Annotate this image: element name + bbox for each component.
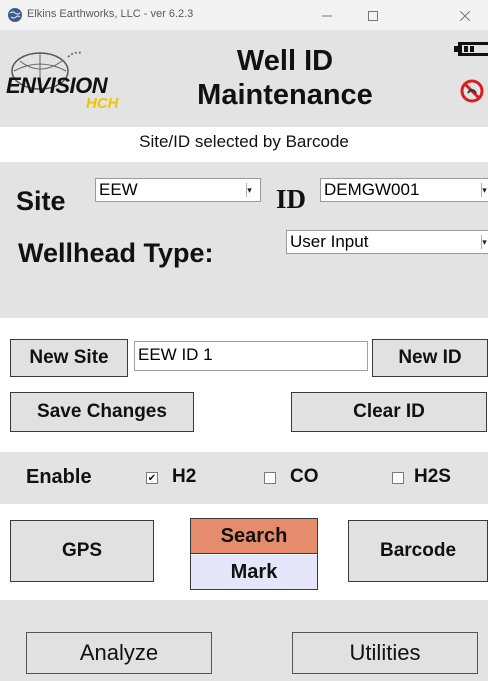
- new-site-input[interactable]: EEW ID 1: [134, 341, 368, 371]
- gps-button[interactable]: GPS: [10, 520, 154, 582]
- h2-checkbox[interactable]: ✔: [146, 472, 158, 484]
- site-dropdown[interactable]: EEW ▾: [95, 178, 261, 202]
- co-label: CO: [290, 466, 319, 487]
- id-dropdown[interactable]: DEMGW001 ▾: [320, 178, 488, 202]
- id-value: DEMGW001: [324, 180, 420, 199]
- h2s-label: H2S: [414, 466, 451, 487]
- page-title-line2: Maintenance: [197, 79, 373, 111]
- page-title-line1: Well ID: [236, 45, 334, 77]
- battery-icon: [452, 40, 488, 58]
- wellhead-type-value: User Input: [290, 232, 369, 251]
- maximize-button[interactable]: [350, 0, 396, 31]
- page-title: Well ID Maintenance: [150, 44, 420, 112]
- save-changes-button[interactable]: Save Changes: [10, 392, 194, 432]
- new-site-button[interactable]: New Site: [10, 339, 128, 377]
- clear-id-button[interactable]: Clear ID: [291, 392, 487, 432]
- site-label: Site: [16, 186, 66, 216]
- close-button[interactable]: [442, 0, 488, 31]
- chevron-down-icon: ▾: [246, 183, 252, 197]
- h2s-checkbox[interactable]: [392, 472, 404, 484]
- search-button[interactable]: Search: [191, 519, 317, 554]
- window-title: Elkins Earthworks, LLC - ver 6.2.3: [27, 8, 194, 20]
- chevron-down-icon: ▾: [481, 183, 487, 197]
- wellhead-type-dropdown[interactable]: User Input ▾: [286, 230, 488, 254]
- new-id-button[interactable]: New ID: [372, 339, 488, 377]
- id-label: ID: [276, 184, 307, 214]
- logo-subtext: HCH: [86, 95, 119, 112]
- chevron-down-icon: ▾: [481, 235, 487, 249]
- enable-label: Enable: [26, 466, 92, 488]
- check-icon: ✔: [147, 473, 157, 484]
- wellhead-type-label: Wellhead Type:: [18, 238, 214, 268]
- site-value: EEW: [99, 180, 138, 199]
- maximize-icon: [368, 10, 378, 21]
- selection-mode-text: Site/ID selected by Barcode: [139, 132, 349, 151]
- minimize-button[interactable]: [304, 0, 350, 31]
- mark-button[interactable]: Mark: [191, 555, 317, 589]
- app-globe-icon: [8, 8, 22, 22]
- h2-label: H2: [172, 466, 197, 487]
- title-bar: Elkins Earthworks, LLC - ver 6.2.3: [0, 0, 488, 31]
- barcode-button[interactable]: Barcode: [348, 520, 488, 582]
- co-checkbox[interactable]: [264, 472, 276, 484]
- minimize-icon: [322, 15, 332, 16]
- utilities-button[interactable]: Utilities: [292, 632, 478, 674]
- blank-band: [0, 278, 488, 318]
- close-icon: [460, 10, 470, 21]
- envision-logo: ENVISION HCH: [0, 47, 140, 125]
- analyze-button[interactable]: Analyze: [26, 632, 212, 674]
- no-signal-icon: [458, 78, 488, 106]
